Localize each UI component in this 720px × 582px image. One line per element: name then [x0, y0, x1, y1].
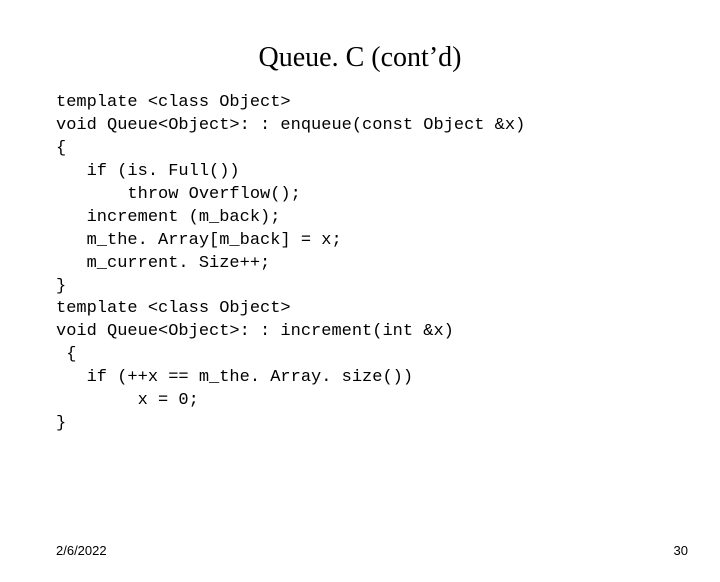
footer-page: 30 — [674, 543, 688, 558]
slide-title: Queue. C (cont’d) — [0, 42, 720, 74]
footer-date: 2/6/2022 — [56, 543, 107, 558]
code-block: template <class Object> void Queue<Objec… — [56, 92, 720, 436]
slide: Queue. C (cont’d) template <class Object… — [0, 42, 720, 582]
